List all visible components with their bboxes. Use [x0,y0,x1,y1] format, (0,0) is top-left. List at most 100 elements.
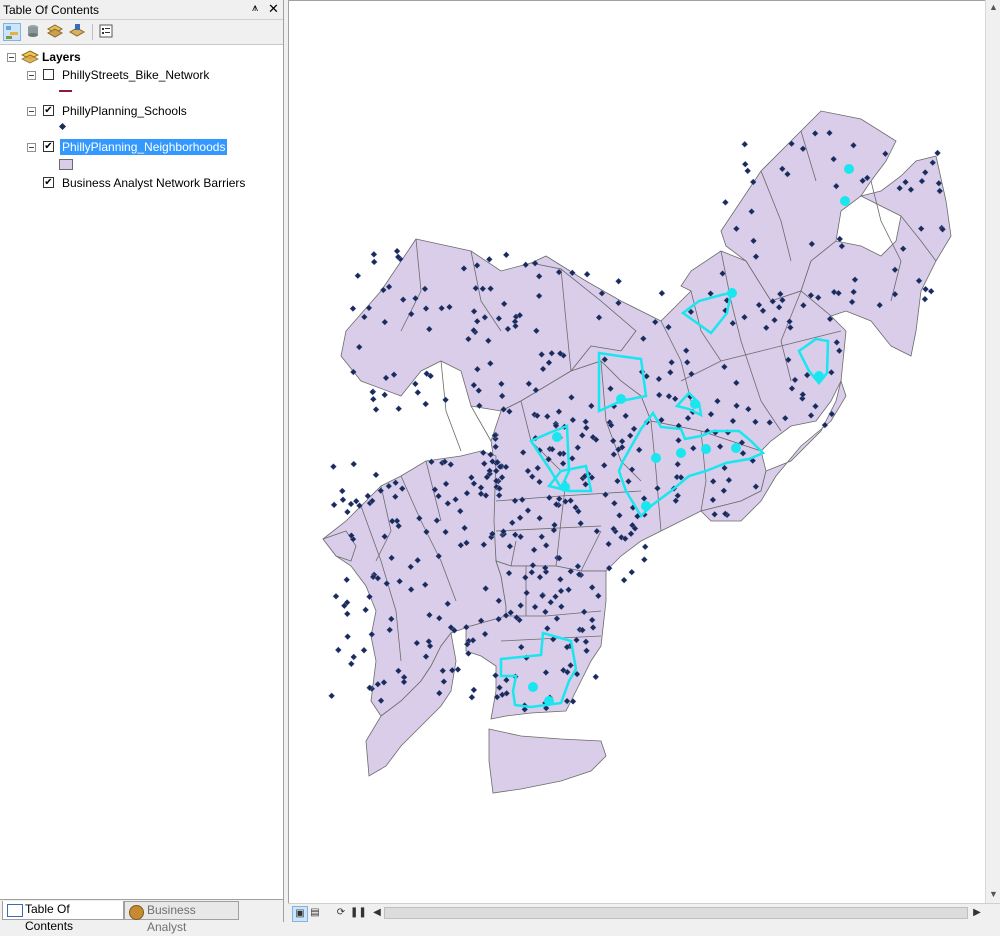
business-analyst-icon [129,905,144,920]
scroll-right-icon[interactable]: ▶ [970,906,984,920]
pause-icon[interactable]: ❚❚ [350,906,367,920]
data-view-icon[interactable]: ▣ [292,906,308,922]
school-point [352,497,360,505]
layer-visibility-checkbox[interactable]: ✔ [43,105,54,116]
layer-collapse-toggle[interactable] [27,71,36,80]
horizontal-scroll-thumb[interactable] [384,907,968,919]
toc-title: Table Of Contents [3,3,100,17]
school-point [658,289,666,297]
school-point [620,576,628,584]
school-point [921,295,929,303]
school-point [372,471,380,479]
options-icon[interactable] [98,23,116,41]
scroll-up-icon[interactable]: ▲ [989,2,998,12]
school-point [330,463,337,470]
school-point [349,305,357,312]
school-point [722,198,729,206]
barrier-point [840,196,850,206]
school-point [583,270,591,278]
barrier-point [651,453,661,463]
layers-root-label[interactable]: Layers [42,50,81,64]
barrier-point [727,288,737,298]
toc-tab-strip: Table Of Contents Business Analyst [0,899,283,934]
barrier-point [544,696,554,706]
list-by-source-icon[interactable] [25,23,43,41]
list-by-visibility-icon[interactable] [46,23,65,41]
barrier-point [844,164,854,174]
barrier-point [528,682,538,692]
tab-table-of-contents[interactable]: Table Of Contents [2,901,124,933]
vertical-scrollbar[interactable]: ▲ ▼ [985,0,1000,903]
school-point [454,666,462,673]
school-point [332,592,340,600]
neighborhood-polygon [322,450,507,717]
toc-toolbar [0,20,283,45]
school-point [640,556,648,564]
layers-icon [20,49,40,65]
school-point [442,396,449,404]
layer-label-schools[interactable]: PhillyPlanning_Schools [62,104,187,118]
barrier-point [731,443,741,453]
school-point [369,388,376,396]
neighborhood-polygons [322,110,952,794]
school-point [334,646,342,654]
tab-label: Table Of Contents [25,902,74,933]
layer-visibility-checkbox[interactable]: ✔ [43,141,54,152]
school-point [350,653,358,661]
point-legend-symbol [58,122,67,131]
philadelphia-map[interactable] [289,1,986,904]
school-point [350,460,358,468]
school-point [422,400,430,408]
toolbar-separator [92,24,93,40]
layers-collapse-toggle[interactable] [7,53,16,62]
school-point [414,389,422,396]
school-point [372,406,380,413]
school-point [344,508,351,516]
school-point [347,500,355,508]
school-point [328,692,336,700]
school-point [934,149,941,157]
school-point [339,496,347,504]
layer-collapse-toggle[interactable] [27,107,36,116]
school-point [347,660,355,668]
layer-label-neighborhoods[interactable]: PhillyPlanning_Neighborhoods [60,139,228,155]
school-point [628,568,636,576]
tab-business-analyst[interactable]: Business Analyst [124,901,239,934]
barrier-point [552,432,562,442]
school-point [468,693,476,701]
school-point [360,646,368,654]
layer-collapse-toggle[interactable] [27,143,36,152]
barrier-point [690,399,700,409]
school-point [741,140,749,148]
scroll-left-icon[interactable]: ◀ [370,906,384,920]
school-point [344,633,352,640]
school-point [592,673,600,681]
barrier-point [814,371,824,381]
school-point [470,686,478,694]
school-point [927,287,935,295]
school-point [615,277,622,285]
list-by-selection-icon[interactable] [68,23,87,41]
layer-label-bike-network[interactable]: PhillyStreets_Bike_Network [62,68,209,82]
school-point [744,167,752,175]
layer-visibility-checkbox[interactable]: ✔ [43,177,54,188]
school-point [354,272,362,280]
school-point [502,251,510,259]
line-legend-symbol [59,90,72,92]
toc-title-bar: Table Of Contents ⩚ ✕ [0,0,283,20]
table-of-contents-panel: Table Of Contents ⩚ ✕ Layers PhillyStree… [0,0,284,934]
layer-visibility-checkbox[interactable] [43,69,54,80]
neighborhood-polygon [488,728,607,794]
list-by-drawing-order-icon[interactable] [3,23,21,41]
close-icon[interactable]: ✕ [268,1,279,17]
layer-label-network-barriers[interactable]: Business Analyst Network Barriers [62,176,245,190]
barrier-point [676,448,686,458]
map-data-frame[interactable] [288,0,986,904]
barrier-point [616,394,626,404]
scroll-down-icon[interactable]: ▼ [989,889,998,899]
school-point [369,395,377,403]
school-point [343,610,351,618]
pin-icon[interactable]: ⩚ [252,2,258,15]
refresh-icon[interactable]: ⟳ [334,906,348,920]
layout-view-icon[interactable]: ▤ [308,906,322,920]
